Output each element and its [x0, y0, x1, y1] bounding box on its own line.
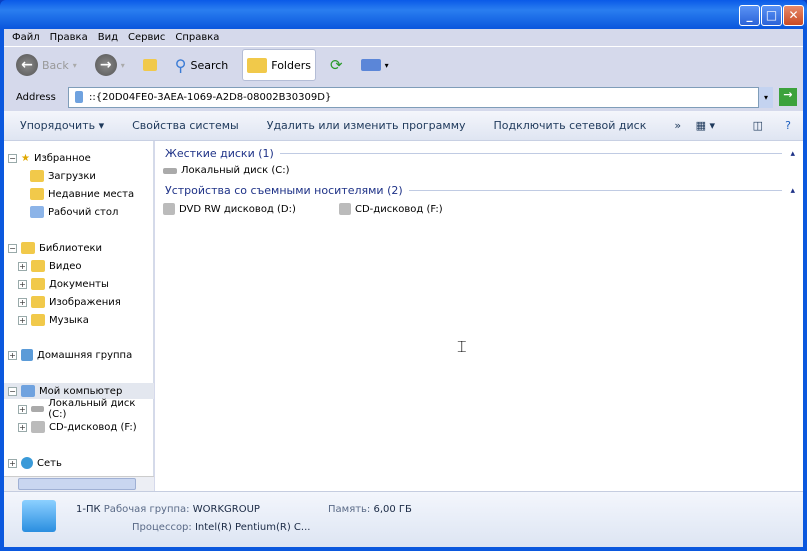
preview-pane-button[interactable]: ◫ [753, 119, 763, 132]
more-commands-button[interactable]: » [674, 119, 681, 132]
menu-help[interactable]: Справка [175, 32, 227, 43]
go-button[interactable]: → [779, 88, 797, 106]
forward-arrow-icon: → [94, 54, 117, 76]
organize-button[interactable]: Упорядочить ▾ [20, 119, 104, 132]
drive-d[interactable]: DVD RW дисковод (D:) [163, 203, 296, 215]
computer-icon [22, 500, 56, 532]
nav-local-disk[interactable]: + Локальный диск (C:) [18, 398, 153, 420]
cd-drive-icon [339, 203, 351, 215]
navigation-pane: − ★ Избранное Загрузки Недавние места Рабо… [4, 141, 154, 491]
toolbar: ← Back ▾ → ▾ ⚲ Search Folders ⟳ ▾ [4, 47, 803, 83]
change-view-button[interactable]: ▦ ▾ [696, 119, 715, 132]
computer-icon [75, 91, 83, 103]
folders-button[interactable]: Folders [242, 49, 316, 81]
video-library-icon [31, 260, 45, 272]
address-bar: Address ::{20D04FE0-3AEA-1069-A2D8-08002… [4, 84, 803, 110]
nav-images[interactable]: + Изображения [18, 294, 121, 310]
images-library-icon [31, 296, 45, 308]
search-icon: ⚲ [174, 55, 187, 75]
group-removable[interactable]: Устройства со съемными носителями (2) ▴ [165, 184, 795, 197]
menu-tools[interactable]: Сервис [128, 32, 173, 43]
back-button[interactable]: ← Back ▾ [12, 49, 81, 81]
scrollbar-thumb[interactable] [18, 478, 136, 490]
nav-favorites[interactable]: − ★ Избранное [8, 150, 91, 166]
music-library-icon [31, 314, 45, 326]
close-button[interactable]: ✕ [783, 5, 804, 26]
search-button[interactable]: ⚲ Search [171, 49, 233, 81]
address-label: Address [16, 91, 56, 103]
menu-edit[interactable]: Правка [50, 32, 96, 43]
details-pane: 1-ПК Рабочая группа: WORKGROUP Память: 6… [4, 491, 803, 547]
libraries-icon [21, 242, 35, 254]
computer-name: 1-ПК [76, 504, 101, 515]
mouse-cursor-icon: ⌶ [457, 337, 467, 356]
up-button[interactable] [139, 49, 161, 81]
star-icon: ★ [21, 152, 30, 164]
nav-documents[interactable]: + Документы [18, 276, 109, 292]
command-bar: Упорядочить ▾ Свойства системы Удалить и… [4, 111, 803, 141]
network-icon [21, 457, 33, 469]
folder-up-icon [142, 59, 157, 71]
hard-disk-icon [30, 406, 45, 412]
nav-cd-drive[interactable]: + CD-дисковод (F:) [18, 419, 137, 435]
minimize-button[interactable]: _ [739, 5, 760, 26]
menu-file[interactable]: Файл [12, 32, 48, 43]
homegroup-icon [21, 349, 33, 361]
nav-network[interactable]: + Сеть [8, 455, 62, 471]
explorer-window: _ □ ✕ Файл Правка Вид Сервис Справка ← Ba… [0, 0, 807, 551]
nav-homegroup[interactable]: + Домашняя группа [8, 347, 132, 363]
system-properties-button[interactable]: Свойства системы [132, 119, 239, 132]
views-icon [360, 59, 381, 71]
maximize-button[interactable]: □ [761, 5, 782, 26]
nav-desktop[interactable]: Рабочий стол [30, 204, 118, 220]
content-pane: Жесткие диски (1) ▴ Локальный диск (C:) У… [155, 141, 803, 491]
refresh-button[interactable]: ⟳ [326, 49, 347, 81]
processor-value: Intel(R) Pentium(R) C... [194, 522, 311, 533]
memory-value: 6,00 ГБ [373, 504, 412, 515]
hard-disk-icon [163, 167, 177, 174]
menu-view[interactable]: Вид [98, 32, 126, 43]
nav-video[interactable]: + Видео [18, 258, 82, 274]
menu-bar: Файл Правка Вид Сервис Справка [4, 29, 803, 47]
address-dropdown[interactable]: ▾ [759, 86, 773, 108]
map-network-drive-button[interactable]: Подключить сетевой диск [494, 119, 647, 132]
nav-music[interactable]: + Музыка [18, 312, 89, 328]
nav-recent[interactable]: Недавние места [30, 186, 134, 202]
nav-libraries[interactable]: − Библиотеки [8, 240, 102, 256]
workgroup-value: WORKGROUP [192, 504, 260, 515]
address-input[interactable]: ::{20D04FE0-3AEA-1069-A2D8-08002B30309D} [68, 86, 759, 108]
downloads-icon [30, 170, 44, 182]
views-button[interactable]: ▾ [357, 49, 393, 81]
group-hard-disks[interactable]: Жесткие диски (1) ▴ [165, 147, 795, 160]
recent-places-icon [30, 188, 44, 200]
drive-c[interactable]: Локальный диск (C:) [163, 165, 290, 176]
help-button[interactable]: ? [785, 119, 791, 132]
drive-f[interactable]: CD-дисковод (F:) [339, 203, 443, 215]
back-arrow-icon: ← [16, 54, 38, 76]
computer-icon [21, 385, 35, 397]
nav-downloads[interactable]: Загрузки [30, 168, 96, 184]
folders-icon [247, 57, 268, 73]
dvd-drive-icon [163, 203, 175, 215]
documents-library-icon [31, 278, 45, 290]
forward-button[interactable]: → ▾ [91, 49, 129, 81]
uninstall-program-button[interactable]: Удалить или изменить программу [267, 119, 466, 132]
desktop-icon [30, 206, 44, 218]
refresh-icon: ⟳ [330, 56, 343, 74]
nav-computer[interactable]: − Мой компьютер [4, 383, 154, 399]
horizontal-scrollbar[interactable] [4, 476, 154, 491]
cd-drive-icon [31, 421, 45, 433]
